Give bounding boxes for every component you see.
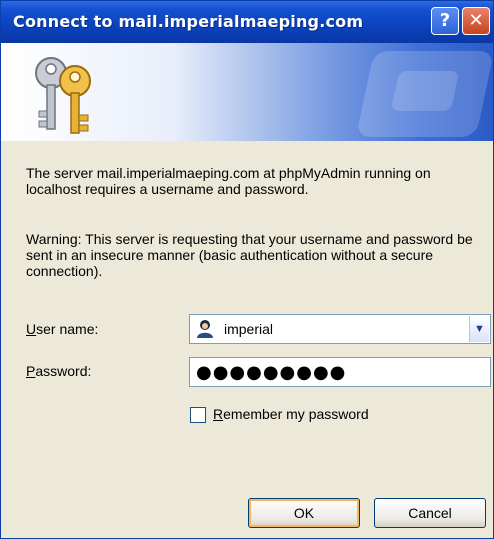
ok-button[interactable]: OK [248, 498, 360, 528]
username-value: imperial [224, 321, 274, 337]
keys-icon [35, 57, 91, 134]
username-label: User name: [26, 321, 98, 337]
remember-label-accelerator: R [213, 406, 224, 422]
password-field[interactable]: ●●●●●●●●● [189, 357, 491, 387]
remember-password-label[interactable]: Remember my password [213, 406, 369, 422]
chevron-down-icon[interactable]: ▼ [469, 316, 489, 342]
server-info-text: The server mail.imperialmaeping.com at p… [26, 165, 431, 197]
cancel-button[interactable]: Cancel [374, 498, 486, 528]
password-label-accelerator: P [26, 363, 36, 379]
remember-password-checkbox[interactable] [190, 407, 206, 423]
password-label: Password: [26, 363, 91, 379]
help-button[interactable]: ? [431, 7, 459, 35]
username-combobox[interactable]: imperial ▼ [189, 314, 491, 344]
header-banner [1, 43, 493, 141]
security-warning-text: Warning: This server is requesting that … [26, 231, 473, 279]
password-label-text: assword: [35, 363, 92, 379]
dialog-body: The server mail.imperialmaeping.com at p… [1, 141, 493, 538]
username-label-accelerator: U [26, 321, 37, 337]
window-title: Connect to mail.imperialmaeping.com [13, 12, 364, 31]
banner-decoration-inner [390, 71, 460, 111]
username-label-text: ser name: [36, 321, 99, 337]
user-icon [197, 320, 213, 338]
title-bar[interactable]: Connect to mail.imperialmaeping.com ? ✕ [1, 1, 493, 43]
password-masked-value: ●●●●●●●●● [196, 362, 347, 383]
remember-label-text: emember my password [223, 406, 369, 422]
close-button[interactable]: ✕ [462, 7, 490, 35]
login-dialog: Connect to mail.imperialmaeping.com ? ✕ … [0, 0, 494, 539]
